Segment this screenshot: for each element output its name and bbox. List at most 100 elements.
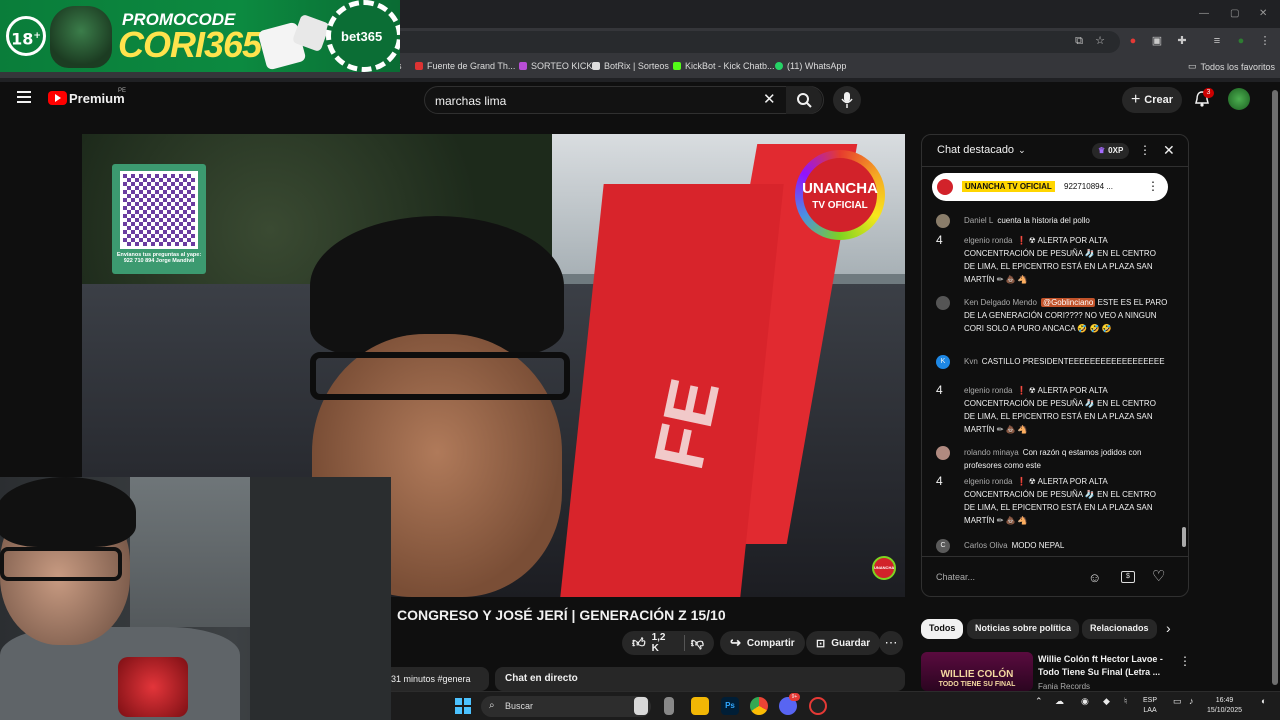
tray-app-icon[interactable]: ◆ (1103, 696, 1110, 706)
page-scrollbar[interactable] (1270, 82, 1280, 691)
minimize-icon[interactable]: — (1199, 8, 1209, 19)
clock-time: 16:49 (1215, 697, 1234, 704)
pinned-avatar (937, 179, 953, 195)
maximize-icon[interactable]: ▢ (1230, 8, 1239, 19)
bookmark-item[interactable]: SORTEO KICK (519, 61, 592, 71)
profile-avatar-icon[interactable]: ● (1234, 34, 1248, 48)
volume-icon[interactable]: ♪ (1189, 696, 1194, 706)
avatar: 4 (936, 474, 943, 488)
chat-message: 4 elgenio ronda ❗ ☢ ALERTA POR ALTA CONCE… (936, 234, 1168, 286)
chat-input[interactable]: Chatear... (936, 567, 1076, 589)
menu-icon[interactable] (17, 91, 31, 103)
related-channel[interactable]: Fania Records (1038, 682, 1090, 691)
brand-text: bet365 (341, 29, 383, 44)
like-button[interactable]: 👍︎ 1,2 K 👎︎ (622, 631, 714, 655)
channel-watermark[interactable]: UNANCHA (872, 556, 896, 580)
chat-message: K Kvn CASTILLO PRESIDENTEEEEEEEEEEEEEEEEE… (936, 355, 1168, 369)
avatar[interactable] (1228, 88, 1250, 110)
clear-search-icon[interactable]: ✕ (763, 90, 776, 108)
discord-icon[interactable]: 9+ (779, 693, 800, 715)
chip-politics-news[interactable]: Noticias sobre política (967, 619, 1080, 639)
clock-date: 15/10/2025 (1207, 707, 1243, 714)
close-window-icon[interactable]: ✕ (1259, 8, 1267, 19)
language-indicator[interactable]: ESP LAA (1143, 696, 1157, 716)
voice-search-button[interactable] (833, 86, 861, 114)
page-scroll-thumb[interactable] (1272, 90, 1278, 685)
keyboard-layout: LAA (1143, 707, 1157, 714)
notification-center-icon[interactable]: ◐ (1261, 696, 1266, 706)
app-icon[interactable] (664, 697, 674, 715)
bookmark-star-icon[interactable]: ☆ (1093, 34, 1107, 48)
save-label: Guardar (831, 637, 871, 649)
bookmark-item[interactable]: (11) WhatsApp (775, 61, 846, 71)
search-input[interactable] (435, 92, 755, 110)
close-chat-icon[interactable]: ✕ (1163, 142, 1175, 159)
bookmark-favicon-icon (415, 62, 423, 70)
microphone-icon[interactable]: ♮ (1124, 696, 1127, 706)
chat-mode-dropdown[interactable]: Chat destacado ⌄ (937, 144, 1026, 156)
bookmark-favicon-icon (673, 62, 681, 70)
task-view-icon[interactable] (634, 697, 648, 715)
promo-code: CORI365 (118, 24, 262, 65)
points-badge[interactable]: ♛ 0XP (1092, 143, 1130, 159)
clock[interactable]: 16:49 15/10/2025 (1207, 696, 1242, 716)
age-badge: 18+ (6, 16, 46, 56)
youtube-logo-icon[interactable] (48, 91, 67, 105)
chat-text: cuenta la historia del pollo (997, 216, 1090, 225)
tray-app-icon[interactable]: ◉ (1081, 696, 1089, 706)
chat-scrollbar[interactable] (1181, 171, 1187, 555)
related-more-icon[interactable]: ⋮ (1179, 654, 1191, 668)
notifications-button[interactable]: 3 (1194, 88, 1214, 108)
bookmark-item[interactable]: KickBot - Kick Chatb... (673, 61, 775, 71)
avatar (936, 214, 950, 228)
browser-menu-icon[interactable]: ⋮ (1258, 34, 1272, 48)
install-app-icon[interactable]: ⧉ (1072, 34, 1086, 48)
chevron-right-icon[interactable]: › (1166, 620, 1171, 636)
chrome-icon[interactable] (750, 697, 768, 715)
search-box[interactable]: ✕ (424, 86, 824, 114)
search-button[interactable] (786, 86, 822, 114)
heart-icon[interactable]: ♡ (1152, 567, 1165, 585)
extension-icon[interactable]: ▣ (1150, 34, 1164, 48)
create-button[interactable]: + Crear (1122, 87, 1182, 113)
obs-icon[interactable] (809, 697, 827, 715)
all-bookmarks-folder[interactable]: ▭ Todos los favoritos (1188, 61, 1275, 72)
chat-mention: @Goblinciano (1040, 298, 1096, 307)
extension-red-icon[interactable]: ● (1126, 34, 1140, 48)
thumbs-down-icon[interactable]: 👎︎ (691, 635, 704, 651)
premium-logo-text[interactable]: Premium (69, 91, 125, 106)
bookmark-item[interactable]: Fuente de Grand Th... (415, 61, 515, 71)
taskbar-search[interactable]: ⌕ Buscar (481, 696, 651, 717)
chip-related[interactable]: Relacionados (1082, 619, 1157, 639)
related-title[interactable]: Willie Colón ft Hector Lavoe - Todo Tien… (1038, 653, 1164, 679)
cloud-icon[interactable]: ☁ (1055, 696, 1064, 706)
extensions-puzzle-icon[interactable]: ✚ (1175, 34, 1189, 48)
tray-chevron-icon[interactable]: ⌃ (1035, 696, 1043, 706)
file-explorer-icon[interactable] (691, 697, 709, 715)
media-control-icon[interactable]: ≡ (1210, 34, 1224, 48)
live-chat-header[interactable]: Chat en directo (495, 667, 905, 691)
chat-author: elgenio ronda (964, 477, 1013, 486)
pinned-message[interactable]: UNANCHA TV OFICIAL 922710894 ... ⋮ (932, 173, 1168, 201)
chat-text: MODO NEPAL (1011, 541, 1065, 550)
chat-scroll-thumb[interactable] (1182, 527, 1186, 547)
pinned-more-icon[interactable]: ⋮ (1147, 179, 1159, 193)
chat-more-icon[interactable]: ⋮ (1139, 143, 1151, 157)
related-thumbnail[interactable]: WILLIE COLÓN TODO TIENE SU FINAL (921, 652, 1033, 691)
mask-image (50, 6, 112, 68)
share-button[interactable]: ↪ Compartir (720, 631, 805, 655)
super-chat-icon[interactable]: $ (1121, 571, 1135, 583)
windows-start-icon[interactable] (454, 697, 472, 715)
more-actions-icon[interactable]: ⋯ (879, 631, 903, 655)
network-icon[interactable]: ▭ (1173, 696, 1182, 706)
region-code: PE (118, 88, 127, 94)
bookmark-label: KickBot - Kick Chatb... (685, 61, 775, 71)
chip-todos[interactable]: Todos (921, 619, 964, 639)
pinned-text: 922710894 ... (1064, 182, 1113, 191)
chat-message: 4 elgenio ronda ❗ ☢ ALERTA POR ALTA CONCE… (936, 384, 1168, 436)
save-button[interactable]: ⊡ Guardar (806, 631, 881, 655)
emoji-icon[interactable]: ☺ (1088, 570, 1101, 585)
bookmark-item[interactable]: BotRix | Sorteos (592, 61, 669, 71)
photoshop-icon[interactable]: Ps (721, 697, 739, 715)
description-snippet[interactable]: 31 minutos #genera (391, 667, 489, 691)
